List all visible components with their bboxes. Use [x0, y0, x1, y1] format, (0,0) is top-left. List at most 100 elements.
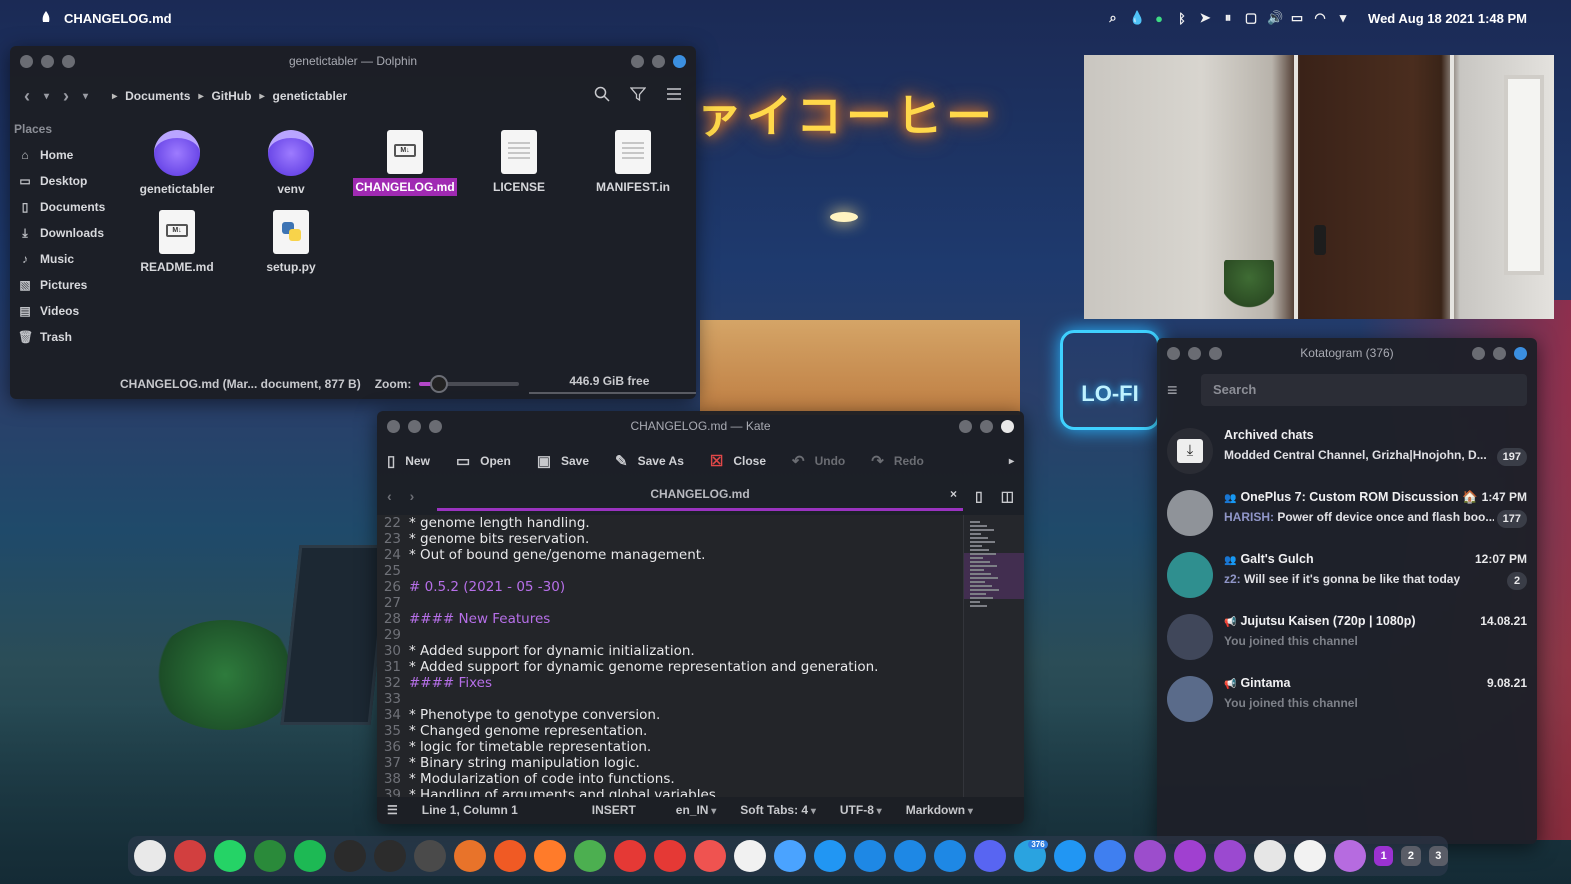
- discord-icon[interactable]: [974, 840, 1006, 872]
- place-item-pictures[interactable]: ▧ Pictures: [10, 272, 120, 298]
- window-minimize-button[interactable]: [408, 419, 421, 433]
- window-close-button[interactable]: [387, 419, 400, 433]
- sublime-text-icon[interactable]: [414, 840, 446, 872]
- pycharm-icon[interactable]: [334, 840, 366, 872]
- chat-item[interactable]: 📢 Jujutsu Kaisen (720p | 1080p) 14.08.21 Yo…: [1157, 608, 1537, 670]
- search-input[interactable]: Search: [1201, 374, 1527, 406]
- youtube-icon[interactable]: [654, 840, 686, 872]
- window-menu-button[interactable]: [673, 54, 686, 68]
- back-history-icon[interactable]: ▾: [44, 91, 49, 102]
- window-maximize-button[interactable]: [62, 54, 75, 68]
- chat-item[interactable]: ⤓ Archived chats Modded Central Channel, G…: [1157, 422, 1537, 484]
- toggle-app-icon[interactable]: [134, 840, 166, 872]
- window-minimize-button[interactable]: [1188, 346, 1201, 360]
- shade-button[interactable]: [1493, 346, 1506, 360]
- place-item-documents[interactable]: ▯ Documents: [10, 194, 120, 220]
- new-document-icon[interactable]: ▯: [975, 488, 983, 505]
- filter-icon[interactable]: [629, 86, 647, 107]
- finder-icon[interactable]: [774, 840, 806, 872]
- kate-titlebar[interactable]: CHANGELOG.md — Kate: [377, 411, 1024, 441]
- place-item-desktop[interactable]: ▭ Desktop: [10, 168, 120, 194]
- cursor-position[interactable]: Line 1, Column 1: [422, 803, 518, 817]
- active-app-title[interactable]: CHANGELOG.md: [64, 11, 172, 26]
- vscode-icon[interactable]: [1254, 840, 1286, 872]
- search-icon[interactable]: [594, 86, 610, 107]
- redo-button[interactable]: ↷ Redo: [871, 452, 936, 470]
- chat-item[interactable]: 👥 OnePlus 7: Custom ROM Discussion 🏠 1:47 …: [1157, 484, 1537, 546]
- status-icon[interactable]: ●: [1152, 11, 1166, 26]
- shade-button[interactable]: [980, 419, 993, 433]
- recycle-icon[interactable]: [934, 840, 966, 872]
- volume-icon[interactable]: 🔊: [1267, 10, 1283, 26]
- writer-icon[interactable]: [894, 840, 926, 872]
- media-player-icon[interactable]: [1094, 840, 1126, 872]
- window-close-button[interactable]: [20, 54, 33, 68]
- hamburger-menu-icon[interactable]: [666, 86, 682, 107]
- zoom-slider[interactable]: [419, 375, 520, 393]
- screenshot-icon[interactable]: [1134, 840, 1166, 872]
- window-minimize-button[interactable]: [41, 54, 54, 68]
- place-item-downloads[interactable]: ⤓ Downloads: [10, 220, 120, 246]
- file-item[interactable]: M↓ README.md: [120, 210, 234, 276]
- kotatogram-titlebar[interactable]: Kotatogram (376): [1157, 338, 1537, 368]
- chat-item[interactable]: 📢 Gintama 9.08.21 You joined this channel: [1157, 670, 1537, 732]
- save-button[interactable]: ▣ Save: [537, 452, 601, 470]
- place-item-home[interactable]: ⌂ Home: [10, 142, 120, 168]
- editor-area[interactable]: 22 * genome length handling. 23 * genome bi…: [377, 515, 963, 797]
- sidebar-toggle-icon[interactable]: ☰: [387, 803, 398, 817]
- chat-item[interactable]: 👥 Galt's Gulch 12:07 PM z2: Will see if it'…: [1157, 546, 1537, 608]
- shade-button[interactable]: [652, 54, 665, 68]
- headphones-icon[interactable]: [454, 840, 486, 872]
- close-button[interactable]: ☒ Close: [710, 452, 778, 470]
- calculator-icon[interactable]: [1054, 840, 1086, 872]
- file-item[interactable]: M↓ CHANGELOG.md: [348, 130, 462, 196]
- syntax-select[interactable]: Markdown: [906, 803, 973, 817]
- typora-icon[interactable]: [1174, 840, 1206, 872]
- battery-icon[interactable]: ▭: [1290, 10, 1304, 26]
- forward-history-icon[interactable]: ▾: [83, 91, 88, 102]
- place-item-trash[interactable]: 🗑 Trash: [10, 324, 120, 350]
- brave-icon[interactable]: [494, 840, 526, 872]
- close-tab-icon[interactable]: ×: [950, 481, 957, 507]
- whatsapp-icon[interactable]: [214, 840, 246, 872]
- sync-app-icon[interactable]: [854, 840, 886, 872]
- file-item[interactable]: setup.py: [234, 210, 348, 276]
- workspace-2[interactable]: 2: [1401, 846, 1421, 866]
- bluetooth-icon[interactable]: ᛒ: [1175, 11, 1189, 26]
- file-item[interactable]: genetictabler: [120, 130, 234, 198]
- file-item[interactable]: LICENSE: [462, 130, 576, 196]
- xcode-icon[interactable]: [1294, 840, 1326, 872]
- vim-icon[interactable]: [254, 840, 286, 872]
- breadcrumb-item-documents[interactable]: Documents: [125, 89, 190, 103]
- firefox-icon[interactable]: [534, 840, 566, 872]
- clock[interactable]: Wed Aug 18 2021 1:48 PM: [1368, 11, 1527, 26]
- window-menu-button[interactable]: [1001, 419, 1014, 433]
- breadcrumb-item-github[interactable]: GitHub: [211, 89, 251, 103]
- keep-above-button[interactable]: [959, 419, 972, 433]
- file-item[interactable]: MANIFEST.in: [576, 130, 690, 196]
- github-icon[interactable]: [1214, 840, 1246, 872]
- open-button[interactable]: ▭ Open: [456, 452, 523, 470]
- zoom-slider-handle[interactable]: [430, 375, 449, 393]
- tab-changelog[interactable]: CHANGELOG.md ×: [437, 481, 963, 511]
- new-button[interactable]: ▯ New: [387, 452, 442, 470]
- window-maximize-button[interactable]: [429, 419, 442, 433]
- forward-icon[interactable]: ›: [63, 86, 69, 107]
- indent-select[interactable]: Soft Tabs: 4: [740, 803, 816, 817]
- tab-right-icon[interactable]: ›: [410, 488, 415, 504]
- place-item-music[interactable]: ♪ Music: [10, 246, 120, 272]
- search-icon[interactable]: ⌕: [1106, 10, 1120, 26]
- keep-above-button[interactable]: [1472, 346, 1485, 360]
- chevron-down-icon[interactable]: ▾: [1336, 10, 1350, 26]
- telegram-icon[interactable]: 376: [1014, 839, 1048, 872]
- terminal-icon[interactable]: [374, 840, 406, 872]
- feather-icon[interactable]: [614, 840, 646, 872]
- anydesk-icon[interactable]: [694, 840, 726, 872]
- chrome-canary-icon[interactable]: [174, 840, 206, 872]
- tab-left-icon[interactable]: ‹: [387, 488, 392, 504]
- hamburger-menu-icon[interactable]: ≡: [1167, 380, 1185, 401]
- spotify-icon[interactable]: [294, 840, 326, 872]
- breadcrumb-item-genetictabler[interactable]: genetictabler: [273, 89, 348, 103]
- place-item-videos[interactable]: ▤ Videos: [10, 298, 120, 324]
- dolphin-titlebar[interactable]: genetictabler — Dolphin: [10, 46, 696, 76]
